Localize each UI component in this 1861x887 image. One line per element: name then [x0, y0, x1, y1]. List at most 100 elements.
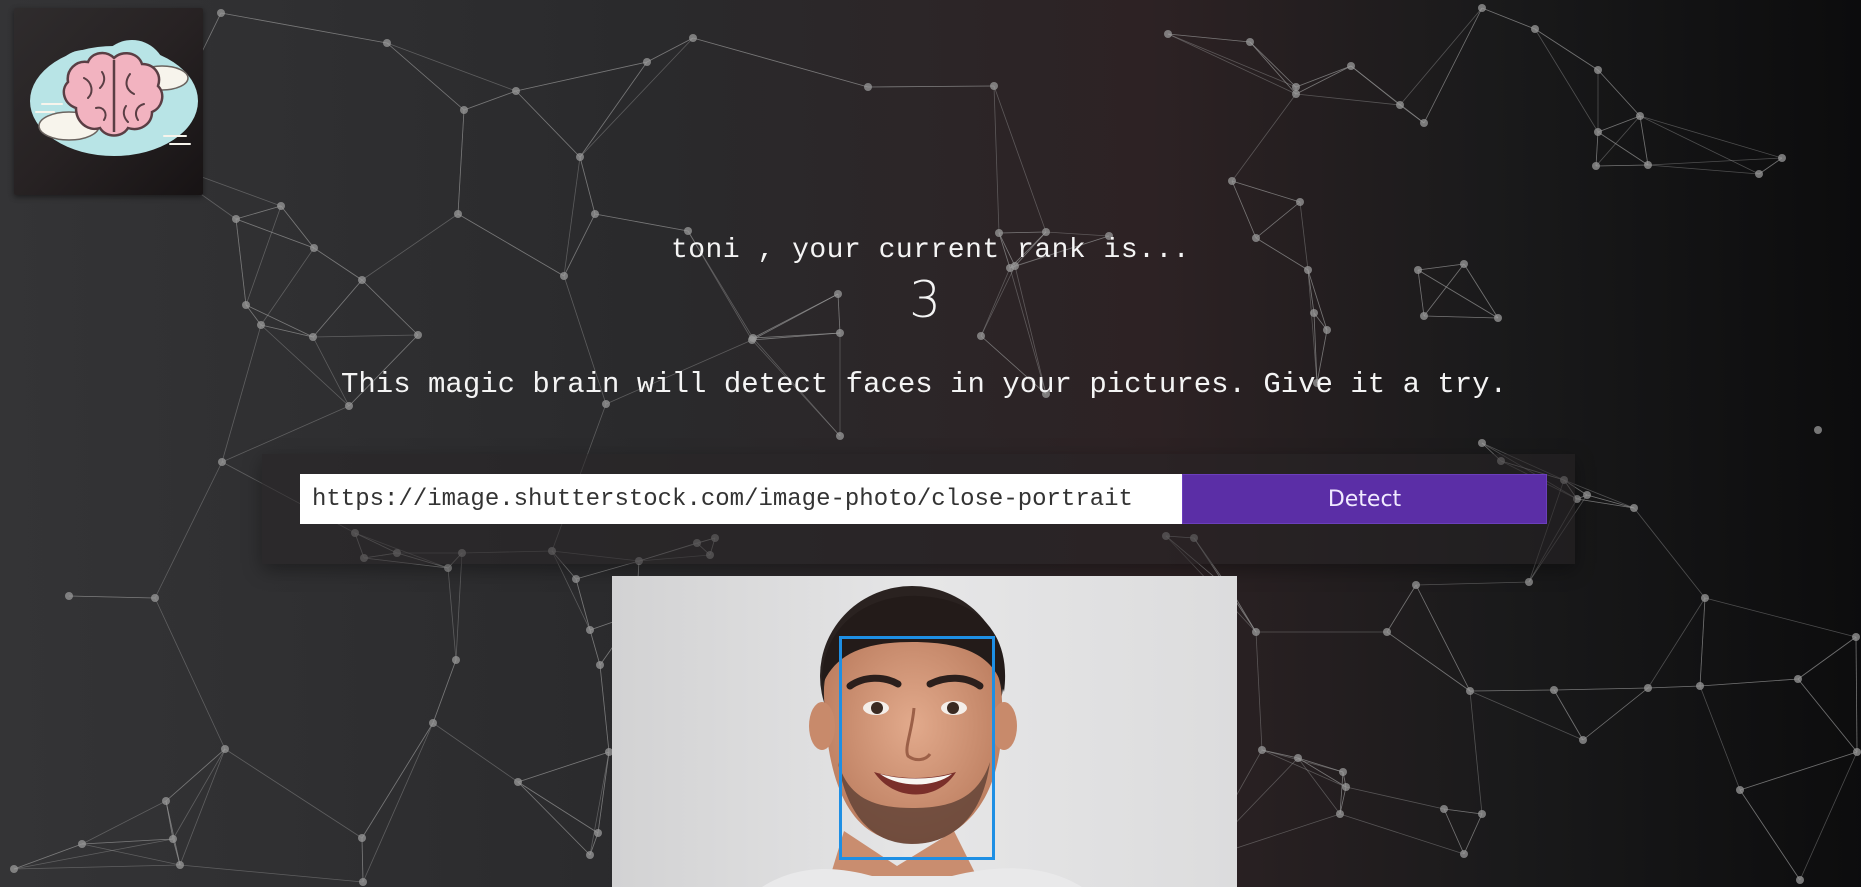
particle-link [1595, 115, 1641, 167]
particle-node [572, 575, 580, 583]
particle-link [463, 90, 517, 111]
brain-icon [30, 40, 198, 156]
particle-link [1415, 581, 1530, 586]
particle-node [990, 82, 998, 90]
particle-link [1297, 757, 1341, 815]
particle-node [594, 829, 602, 837]
particle-node [1696, 682, 1704, 690]
particle-link [361, 722, 434, 839]
particle-link [1597, 131, 1649, 166]
user-name: toni [670, 235, 741, 266]
particle-link [1386, 631, 1471, 692]
particle-link [1647, 157, 1783, 166]
particle-link [1639, 115, 1783, 159]
particle-link [1855, 636, 1858, 753]
particle-link [362, 722, 434, 883]
particle-link [1481, 7, 1536, 30]
particle-node [383, 39, 391, 47]
particle-node [1701, 594, 1709, 602]
particle-node [1550, 686, 1558, 694]
particle-link [1415, 584, 1471, 692]
particle-node [864, 83, 872, 91]
particle-node [460, 106, 468, 114]
particle-node [1396, 101, 1404, 109]
particle-link [1595, 164, 1649, 167]
particle-node [1228, 177, 1236, 185]
particle-link [1167, 33, 1297, 88]
particle-node [1478, 810, 1486, 818]
particle-link [154, 461, 223, 599]
particle-link [589, 751, 610, 856]
particle-node [643, 58, 651, 66]
particle-link [1350, 65, 1425, 124]
particle-node [454, 210, 462, 218]
detect-button[interactable]: Detect [1182, 474, 1547, 524]
particle-link [517, 781, 591, 856]
particle-node [591, 210, 599, 218]
particle-node [1258, 746, 1266, 754]
particle-link [1597, 69, 1641, 117]
particle-link [13, 843, 83, 870]
particle-link [1758, 157, 1783, 175]
particle-link [993, 85, 1000, 234]
particle-node [232, 215, 240, 223]
particle-link [1386, 584, 1417, 633]
particle-link [1633, 507, 1706, 599]
particle-link [1443, 808, 1483, 815]
particle-link [1297, 757, 1347, 788]
particle-link [1647, 685, 1701, 689]
particle-link [646, 37, 694, 63]
particle-node [1383, 628, 1391, 636]
particle-link [1739, 789, 1801, 881]
particle-link [589, 629, 601, 666]
image-url-input[interactable] [300, 474, 1183, 524]
particle-link [1443, 808, 1465, 855]
particle-link [998, 231, 1047, 234]
particle-node [602, 400, 610, 408]
particle-link [13, 864, 181, 870]
particle-link [432, 722, 519, 783]
particle-link [1339, 813, 1465, 855]
particle-link [579, 156, 596, 215]
particle-link [165, 800, 181, 866]
logo[interactable] [14, 8, 203, 195]
particle-link [1699, 678, 1799, 687]
particle-node [1246, 38, 1254, 46]
particle-link [1469, 690, 1584, 741]
particle-link [1261, 749, 1347, 788]
particle-link [1639, 115, 1649, 166]
particle-node [1630, 504, 1638, 512]
particle-link [1295, 65, 1352, 88]
particle-node [277, 202, 285, 210]
particle-node [359, 878, 367, 886]
particle-node [1252, 628, 1260, 636]
particle-link [597, 751, 610, 834]
particle-link [515, 61, 648, 92]
particle-link [517, 751, 610, 783]
particle-node [1292, 83, 1300, 91]
particle-link [312, 334, 419, 338]
particle-node [176, 861, 184, 869]
particle-node [1814, 426, 1822, 434]
particle-node [309, 333, 317, 341]
particle-link [1534, 28, 1599, 71]
particle-link [432, 659, 457, 724]
particle-node [1420, 119, 1428, 127]
particle-link [154, 597, 226, 750]
particle-node [429, 719, 437, 727]
particle-node [1292, 90, 1300, 98]
particle-link [515, 90, 581, 158]
particle-link [692, 37, 869, 88]
particle-node [1336, 810, 1344, 818]
particle-link [172, 748, 226, 840]
particle-link [1739, 751, 1858, 791]
particle-node [1755, 170, 1763, 178]
particle-link [447, 567, 457, 661]
particle-node [836, 329, 844, 337]
particle-link [751, 332, 841, 341]
particle-node [512, 87, 520, 95]
particle-node [596, 661, 604, 669]
particle-link [579, 61, 648, 158]
particle-node [1525, 578, 1533, 586]
particle-node [1736, 786, 1744, 794]
